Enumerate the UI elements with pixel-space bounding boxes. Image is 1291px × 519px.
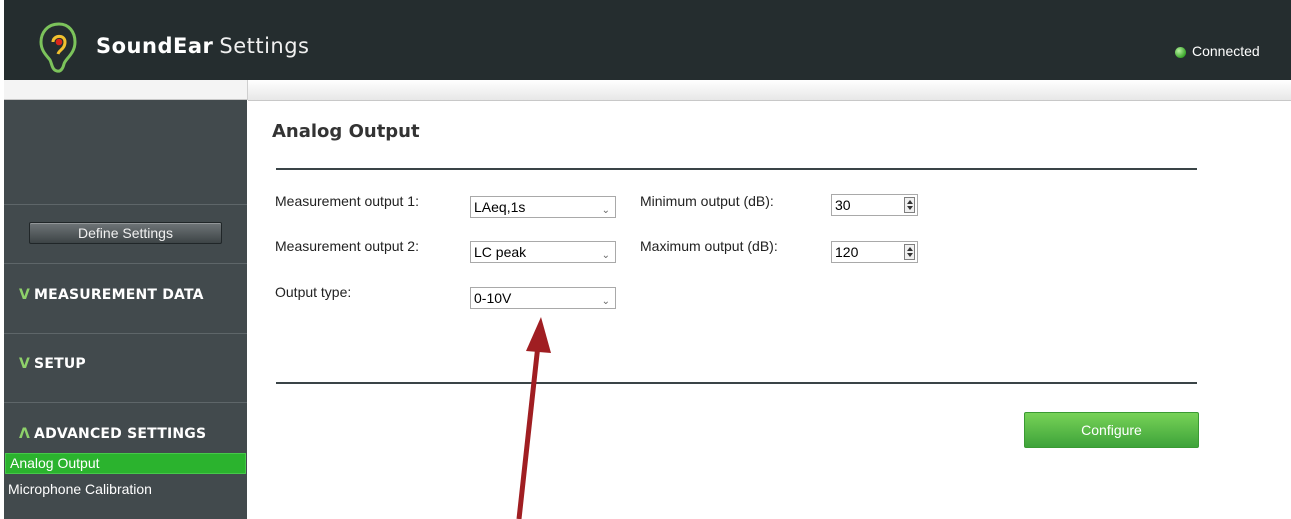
red-arrow-icon xyxy=(516,317,551,519)
